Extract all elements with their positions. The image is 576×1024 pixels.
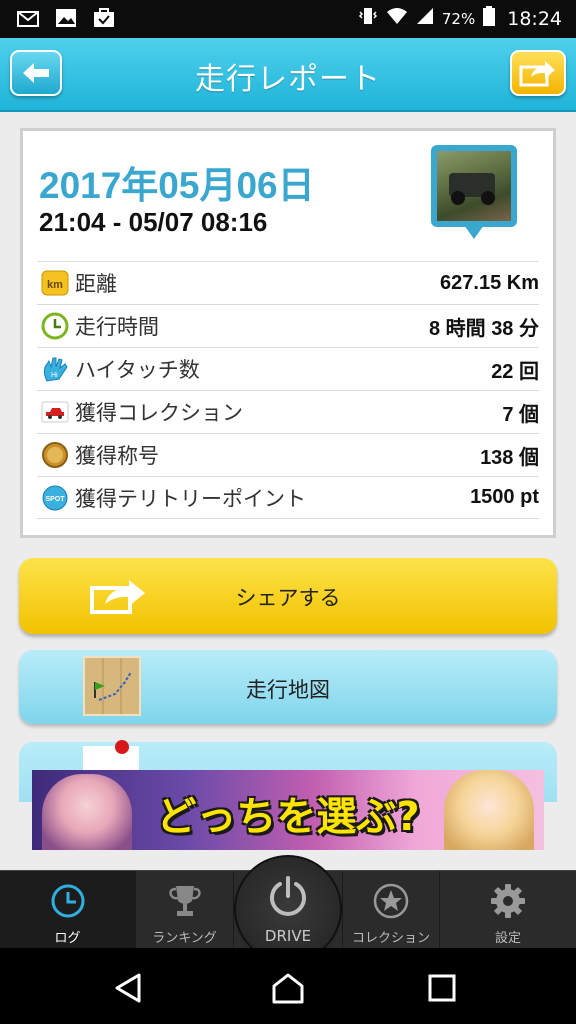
location-card-icon xyxy=(83,746,139,770)
tab-collection[interactable]: コレクション xyxy=(342,871,440,949)
stat-row-titles: 獲得称号 138 個 xyxy=(37,433,539,476)
mail-notification-icon xyxy=(16,6,40,30)
wifi-icon xyxy=(386,7,408,30)
stat-value: 7 個 xyxy=(502,403,539,426)
tab-label: ログ xyxy=(54,931,81,946)
vibrate-icon xyxy=(358,6,378,31)
battery-icon xyxy=(483,6,496,31)
ad-text: どっちを選ぶ? xyxy=(156,794,420,840)
gear-icon xyxy=(440,881,576,921)
clock-time: 18:24 xyxy=(507,7,562,30)
nav-home-button[interactable] xyxy=(270,970,306,1006)
photo-pin[interactable] xyxy=(431,145,521,253)
home-icon xyxy=(272,973,304,1004)
car-photo xyxy=(437,151,511,221)
share-header-button[interactable] xyxy=(510,50,566,96)
stat-label: 距離 xyxy=(75,272,117,296)
share-button-label: シェアする xyxy=(235,586,341,610)
battery-percent: 72% xyxy=(441,9,476,28)
briefcase-check-icon xyxy=(92,6,116,30)
report-date: 2017年05月06日 xyxy=(39,165,315,206)
stat-row-distance: km 距離 627.15 Km xyxy=(37,261,539,304)
clock-icon xyxy=(0,881,135,921)
stat-value: 627.15 Km xyxy=(440,271,539,294)
tab-label: ランキング xyxy=(152,931,217,946)
map-pin-icon xyxy=(115,740,129,754)
system-nav-bar xyxy=(0,948,576,1024)
stat-row-territory: SPOT 獲得テリトリーポイント 1500 pt xyxy=(37,476,539,519)
image-notification-icon xyxy=(54,6,78,30)
drive-button[interactable]: DRIVE xyxy=(234,855,342,963)
power-icon xyxy=(236,875,340,919)
stats-list: km 距離 627.15 Km 走行時間 8 時間 38 分 Hi ハイタッチ数… xyxy=(37,261,539,519)
stat-label: 獲得コレクション xyxy=(75,401,243,425)
stat-row-hi-touch: Hi ハイタッチ数 22 回 xyxy=(37,347,539,390)
nav-back-button[interactable] xyxy=(110,970,146,1006)
stat-value: 8 時間 38 分 xyxy=(428,317,539,340)
bottom-tab-bar: ログ ランキング DRIVE コレクション 設定 xyxy=(0,855,576,963)
tab-label: DRIVE xyxy=(264,927,312,945)
nav-recents-button[interactable] xyxy=(424,970,460,1006)
tab-settings[interactable]: 設定 xyxy=(440,871,576,949)
app-header: 走行レポート xyxy=(0,38,576,112)
km-icon: km xyxy=(41,269,69,297)
stat-label: 獲得テリトリーポイント xyxy=(75,486,306,511)
hi-touch-hand-icon: Hi xyxy=(41,355,69,383)
svg-text:SPOT: SPOT xyxy=(45,496,65,503)
clock-icon xyxy=(41,312,69,340)
stat-row-collection: 獲得コレクション 7 個 xyxy=(37,390,539,433)
drive-report-card: 2017年05月06日 21:04 - 05/07 08:16 km 距離 62… xyxy=(20,128,556,538)
stat-label: 走行時間 xyxy=(75,315,159,339)
star-icon xyxy=(343,881,439,921)
trophy-icon xyxy=(136,881,233,921)
drive-map-label: 走行地図 xyxy=(246,678,330,702)
stat-value: 22 回 xyxy=(491,360,539,383)
stat-row-drive-time: 走行時間 8 時間 38 分 xyxy=(37,304,539,347)
svg-text:km: km xyxy=(47,279,63,291)
tab-ranking[interactable]: ランキング xyxy=(136,871,234,949)
triangle-back-icon xyxy=(115,973,141,1003)
page-title: 走行レポート xyxy=(195,62,381,97)
stat-label: 獲得称号 xyxy=(75,444,159,468)
share-icon xyxy=(519,61,555,87)
share-button[interactable]: シェアする xyxy=(19,558,557,634)
svg-text:Hi: Hi xyxy=(51,372,58,379)
stat-label: ハイタッチ数 xyxy=(75,358,200,382)
title-medal-icon xyxy=(41,441,69,469)
stat-value: 1500 pt xyxy=(470,486,539,508)
square-recents-icon xyxy=(428,974,456,1002)
tab-label: コレクション xyxy=(351,931,430,946)
report-time-range: 21:04 - 05/07 08:16 xyxy=(39,207,268,237)
drive-map-button[interactable]: 走行地図 xyxy=(19,650,557,724)
status-bar: 72% 18:24 xyxy=(0,0,576,38)
spot-icon: SPOT xyxy=(41,484,69,512)
tab-label: 設定 xyxy=(494,931,521,946)
ad-banner[interactable]: どっちを選ぶ? xyxy=(32,770,544,850)
car-collection-icon xyxy=(41,398,69,426)
tab-log[interactable]: ログ xyxy=(0,871,136,949)
stat-value: 138 個 xyxy=(480,446,539,469)
signal-icon xyxy=(416,7,434,30)
